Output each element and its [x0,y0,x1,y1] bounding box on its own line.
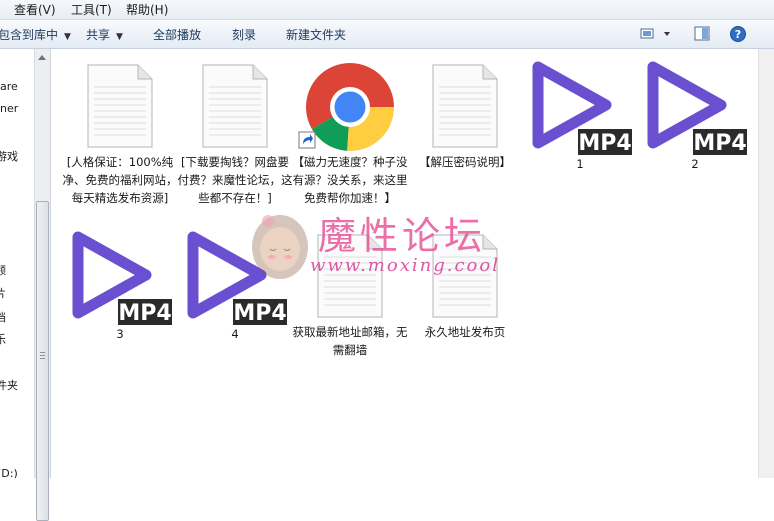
help-icon: ? [730,26,746,42]
nav-item[interactable]: (D:) [0,467,18,478]
file-name: 1 [576,157,584,171]
file-item[interactable]: MP4 1 [522,57,638,177]
mp4-badge: MP4 [693,131,746,155]
nav-item[interactable]: ner [0,102,18,115]
burn-button[interactable]: 刻录 [232,26,256,43]
mp4-video-icon: MP4 [187,231,287,325]
share-label: 共享 [86,28,111,42]
menu-help[interactable]: 帮助(H) [126,1,168,18]
nav-item[interactable]: 片 [0,285,6,301]
file-item[interactable]: [下载要掏钱？网盘要付费？来魔性论坛，这些都不存在！] [177,63,293,223]
file-name: 【磁力无速度？种子没有源？没关系，来这里免费帮你加速！】 [292,155,408,205]
share-button[interactable]: 共享 ▼ [86,26,123,43]
text-document-icon [87,64,153,148]
nav-item[interactable]: 乐 [0,331,6,347]
navigation-scrollbar[interactable] [34,49,51,521]
chevron-down-icon: ▼ [64,32,71,42]
include-in-library-label: 包含到库中 [0,28,59,42]
mp4-badge: MP4 [233,301,286,325]
navigation-pane: are ner 游戏 频 片 档 乐 件夹 (D:) [0,49,34,478]
file-item[interactable]: MP4 3 [62,227,178,347]
file-name: 【解压密码说明】 [419,155,511,169]
text-document-icon [202,64,268,148]
scrollbar-thumb[interactable] [36,201,49,521]
nav-item[interactable]: 游戏 [0,148,18,164]
nav-item[interactable]: are [0,80,18,93]
view-options-button[interactable] [640,25,676,43]
include-in-library-button[interactable]: 包含到库中 ▼ [0,26,71,43]
file-item[interactable]: 【解压密码说明】 [407,63,523,193]
file-item[interactable]: 【磁力无速度？种子没有源？没关系，来这里免费帮你加速！】 [292,61,408,226]
file-name: [下载要掏钱？网盘要付费？来魔性论坛，这些都不存在！] [177,155,293,205]
chevron-down-icon: ▼ [116,32,123,42]
mp4-video-icon: MP4 [532,61,632,155]
text-document-icon [432,234,498,318]
new-folder-button[interactable]: 新建文件夹 [286,26,346,43]
mp4-video-icon: MP4 [72,231,172,325]
command-toolbar: 包含到库中 ▼ 共享 ▼ 全部播放 刻录 新建文件夹 ? [0,20,774,49]
svg-text:?: ? [735,28,741,41]
file-item[interactable]: MP4 4 [177,227,293,347]
shortcut-arrow-icon [298,131,316,149]
menu-bar: 查看(V) 工具(T) 帮助(H) [0,0,774,20]
mp4-badge: MP4 [578,131,631,155]
mp4-video-icon: MP4 [647,61,747,155]
text-document-icon [317,234,383,318]
nav-item[interactable]: 件夹 [0,377,18,393]
play-all-button[interactable]: 全部播放 [153,26,201,43]
grip-line [40,352,45,353]
file-item[interactable]: MP4 2 [637,57,753,177]
file-name: 3 [116,327,124,341]
file-name: 2 [691,157,699,171]
nav-item[interactable]: 频 [0,262,6,278]
text-document-icon [432,64,498,148]
file-item[interactable]: 永久地址发布页 [407,233,523,343]
help-button[interactable]: ? [729,25,747,43]
preview-pane-icon [694,26,710,41]
file-item[interactable]: 获取最新地址邮箱，无需翻墙 [292,233,408,363]
menu-tools[interactable]: 工具(T) [71,1,112,18]
grip-line [40,355,45,356]
menu-view[interactable]: 查看(V) [14,1,56,18]
scroll-up-icon[interactable] [38,55,46,60]
file-list: [人格保证：100%纯净、免费的福利网站，每天精选发布资源] [下载要掏钱？网盘… [50,49,758,478]
view-icon [640,28,670,39]
right-edge-panel [758,49,774,478]
file-name: 4 [231,327,239,341]
file-item[interactable]: [人格保证：100%纯净、免费的福利网站，每天精选发布资源] [62,63,178,223]
nav-item[interactable]: 档 [0,309,6,325]
grip-line [40,358,45,359]
mp4-badge: MP4 [118,301,171,325]
file-name: [人格保证：100%纯净、免费的福利网站，每天精选发布资源] [62,155,178,205]
chrome-icon [306,63,394,151]
file-name: 永久地址发布页 [424,325,506,339]
file-name: 获取最新地址邮箱，无需翻墙 [292,325,408,357]
preview-pane-button[interactable] [693,25,711,43]
